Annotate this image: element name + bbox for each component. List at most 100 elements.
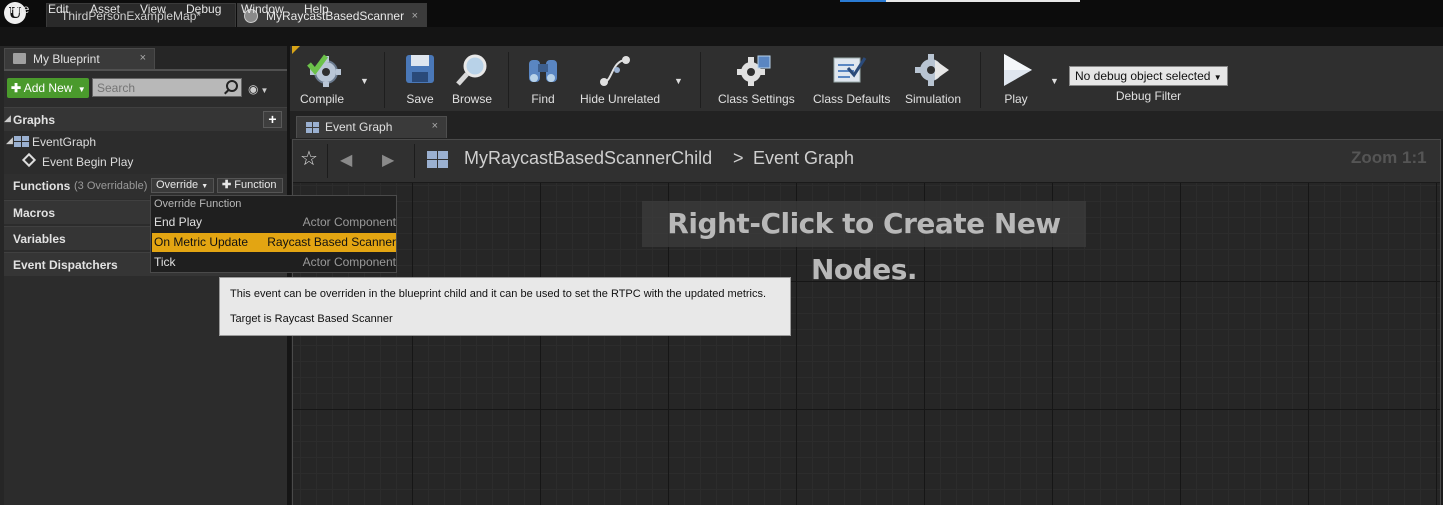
menu-item-label: On Metric Update <box>154 235 249 249</box>
class-settings-button[interactable]: Class Settings <box>718 50 795 108</box>
find-button[interactable]: Find <box>507 50 579 108</box>
debug-object-select[interactable]: No debug object selected ▼ <box>1069 66 1228 86</box>
book-icon <box>13 53 26 64</box>
search-icon[interactable] <box>226 80 238 92</box>
add-function-button[interactable]: ✚ Function <box>217 178 283 193</box>
header-separator <box>327 144 328 178</box>
find-label: Find <box>531 92 555 106</box>
menu-window[interactable]: Window <box>241 0 284 19</box>
tab-event-graph[interactable]: Event Graph × <box>296 116 447 138</box>
search-input[interactable] <box>92 78 242 97</box>
graph-icon <box>14 136 30 147</box>
tab-label: My Blueprint <box>33 52 100 66</box>
menu-asset[interactable]: Asset <box>90 0 120 19</box>
compile-gear-icon <box>306 52 342 88</box>
close-icon[interactable]: × <box>432 116 438 137</box>
menu-item-label: Tick <box>154 255 176 269</box>
play-button[interactable]: Play <box>980 50 1052 108</box>
floppy-disk-icon <box>402 52 438 88</box>
close-icon[interactable]: × <box>412 4 418 28</box>
graph-tab-strip <box>290 111 1443 139</box>
override-button[interactable]: Override ▼ <box>151 178 214 193</box>
breadcrumb-leaf[interactable]: Event Graph <box>753 148 854 169</box>
play-options-caret-icon[interactable]: ▼ <box>1050 76 1059 86</box>
hide-unrelated-button[interactable]: Hide Unrelated <box>580 50 661 108</box>
browse-button[interactable]: Browse <box>436 50 508 108</box>
debug-filter-label: Debug Filter <box>1115 89 1182 103</box>
menu-item-on-metric-update[interactable]: On Metric Update Raycast Based Scanner <box>152 233 396 252</box>
plus-icon: ✚ <box>11 81 22 95</box>
add-new-label: Add New <box>23 81 73 95</box>
browse-label: Browse <box>451 92 492 106</box>
zoom-level: Zoom 1:1 <box>1351 148 1427 167</box>
tab-my-blueprint[interactable]: My Blueprint × <box>4 48 155 69</box>
magnifier-icon <box>454 52 490 88</box>
title-accent-light <box>886 0 1080 2</box>
class-defaults-button[interactable]: Class Defaults <box>813 50 891 108</box>
class-settings-label: Class Settings <box>718 92 795 106</box>
menu-item-owner: Actor Component <box>302 215 396 229</box>
menu-debug[interactable]: Debug <box>186 0 221 19</box>
class-defaults-label: Class Defaults <box>813 92 891 106</box>
caret-down-icon: ▼ <box>77 85 86 94</box>
menu-item-label: End Play <box>154 215 203 229</box>
menu-header-label: Override Function <box>154 198 242 210</box>
tab-label: MyRaycastBasedScanner <box>266 9 405 23</box>
compile-label: Compile <box>299 92 344 106</box>
close-icon[interactable]: × <box>140 48 146 68</box>
menu-file[interactable]: File <box>10 0 29 19</box>
menu-item-owner: Actor Component <box>302 255 396 269</box>
binoculars-icon <box>525 52 561 88</box>
tooltip-target: Target is Raycast Based Scanner <box>230 313 393 325</box>
menu-bar <box>0 27 1443 46</box>
back-arrow-icon[interactable]: ◀ <box>340 150 352 170</box>
plus-icon: ✚ <box>222 179 232 191</box>
toolbar-separator <box>700 52 701 108</box>
simulation-label: Simulation <box>904 92 962 106</box>
hide-unrelated-caret-icon[interactable]: ▼ <box>674 76 683 86</box>
event-begin-play-item[interactable]: Event Begin Play <box>42 155 133 169</box>
event-dispatchers-title: Event Dispatchers <box>13 258 118 272</box>
override-label: Override <box>156 179 199 191</box>
expand-triangle-icon[interactable]: ◢ <box>6 135 13 146</box>
graph-icon <box>306 122 320 133</box>
menu-help[interactable]: Help <box>304 0 329 19</box>
graphs-title: Graphs <box>13 113 56 127</box>
star-icon[interactable]: ☆ <box>300 149 318 169</box>
simulation-gear-icon <box>915 52 951 88</box>
expand-triangle-icon[interactable]: ◢ <box>4 113 11 124</box>
functions-title: Functions <box>13 179 71 193</box>
override-function-menu: Override Function End Play Actor Compone… <box>150 195 397 273</box>
simulation-button[interactable]: Simulation <box>897 50 969 108</box>
eye-icon[interactable]: ◉ ▼ <box>248 82 268 96</box>
functions-count: (3 Overridable) <box>74 180 148 192</box>
menu-edit[interactable]: Edit <box>48 0 69 19</box>
breadcrumb-separator: > <box>733 148 744 168</box>
header-separator <box>414 144 415 178</box>
play-label: Play <box>1004 92 1028 106</box>
menu-view[interactable]: View <box>140 0 166 19</box>
function-label: Function <box>234 179 277 191</box>
caret-down-icon: ▼ <box>1213 73 1222 82</box>
class-settings-gear-icon <box>736 52 772 88</box>
checklist-icon <box>831 52 867 88</box>
event-graph-item[interactable]: EventGraph <box>32 135 96 149</box>
menu-item-tick[interactable]: Tick Actor Component <box>152 253 396 272</box>
macros-title: Macros <box>13 206 56 220</box>
caret-down-icon: ▼ <box>201 183 209 190</box>
compile-button[interactable]: Compile <box>286 50 358 108</box>
play-icon <box>998 52 1034 88</box>
forward-arrow-icon[interactable]: ▶ <box>382 150 394 170</box>
debug-object-value: No debug object selected <box>1075 69 1211 83</box>
add-graph-button[interactable]: + <box>263 111 282 128</box>
tab-label: Event Graph <box>325 120 393 134</box>
tab-label: ThirdPersonExampleMap* <box>61 9 202 23</box>
breadcrumb-root[interactable]: MyRaycastBasedScannerChild <box>464 148 712 169</box>
compile-options-caret-icon[interactable]: ▼ <box>360 76 369 86</box>
hide-unrelated-label: Hide Unrelated <box>580 92 661 106</box>
graphs-section-header[interactable]: ◢ Graphs <box>4 107 287 131</box>
menu-item-owner: Raycast Based Scanner <box>267 235 396 249</box>
tooltip-description: This event can be overriden in the bluep… <box>230 288 767 300</box>
add-new-button[interactable]: ✚ Add New ▼ <box>7 78 89 98</box>
menu-item-end-play[interactable]: End Play Actor Component <box>152 213 396 232</box>
